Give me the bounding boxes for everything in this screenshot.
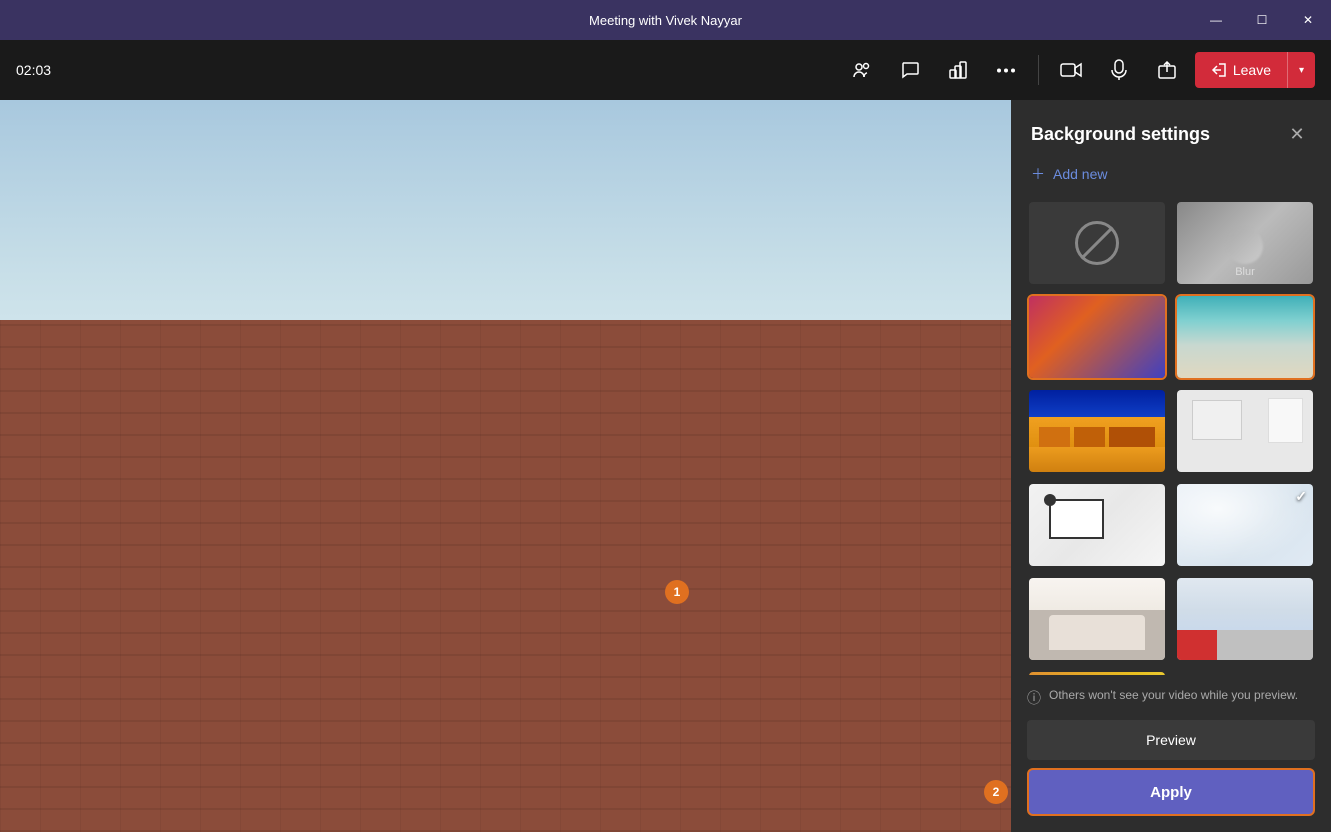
- title-bar: Meeting with Vivek Nayyar — ☐ ✕: [0, 0, 1331, 40]
- share-tray-button[interactable]: [938, 50, 978, 90]
- participants-button[interactable]: [842, 50, 882, 90]
- colorful1-thumbnail: [1029, 296, 1165, 378]
- minimize-button[interactable]: —: [1193, 0, 1239, 40]
- bg-office3-thumb[interactable]: [1175, 576, 1315, 662]
- bg-office1-thumb[interactable]: [1175, 294, 1315, 380]
- no-background-icon: [1075, 221, 1119, 265]
- add-new-row[interactable]: ＋ Add new: [1011, 164, 1331, 200]
- building-wall: [0, 320, 1011, 832]
- panel-header: Background settings ✕: [1011, 100, 1331, 164]
- city-thumbnail: [1029, 390, 1165, 472]
- none-thumbnail: [1029, 202, 1165, 284]
- add-new-label: Add new: [1053, 166, 1107, 182]
- toolbar-right: Leave ▾: [842, 50, 1315, 90]
- bg-row-5: [1027, 576, 1315, 662]
- office3-thumbnail: [1177, 578, 1313, 660]
- share-button[interactable]: [1147, 50, 1187, 90]
- white1-thumbnail: [1029, 484, 1165, 566]
- blur-thumbnail: Blur: [1177, 202, 1313, 284]
- blur-label: Blur: [1235, 266, 1255, 278]
- panel-footer: ⓘ Others won't see your video while you …: [1011, 675, 1331, 832]
- bg-row-3: [1027, 388, 1315, 474]
- more-button[interactable]: [986, 50, 1026, 90]
- bg-office2-thumb[interactable]: [1175, 388, 1315, 474]
- info-icon: ⓘ: [1027, 688, 1041, 708]
- background-settings-panel: Background settings ✕ ＋ Add new Blur: [1011, 100, 1331, 832]
- meeting-timer: 02:03: [16, 62, 51, 78]
- info-row: ⓘ Others won't see your video while you …: [1027, 687, 1315, 708]
- bedroom-thumbnail: [1029, 578, 1165, 660]
- bg-bedroom-thumb[interactable]: [1027, 576, 1167, 662]
- bg-city-thumb[interactable]: [1027, 388, 1167, 474]
- gradient1-thumbnail: [1029, 672, 1165, 675]
- bg-row-1: Blur: [1027, 200, 1315, 286]
- chat-button[interactable]: [890, 50, 930, 90]
- white2-thumbnail: [1177, 484, 1313, 566]
- leave-label: Leave: [1233, 62, 1271, 78]
- video-background: [0, 100, 1011, 832]
- close-button[interactable]: ✕: [1285, 0, 1331, 40]
- backgrounds-grid: Blur: [1011, 200, 1331, 675]
- video-area: 1: [0, 100, 1011, 832]
- main-area: 1 Background settings ✕ ＋ Add new: [0, 100, 1331, 832]
- panel-title: Background settings: [1031, 124, 1210, 145]
- meeting-toolbar: 02:03: [0, 40, 1331, 100]
- leave-button-group: Leave ▾: [1195, 52, 1315, 88]
- toolbar-separator: [1038, 55, 1039, 85]
- apply-label: Apply: [1150, 784, 1192, 801]
- apply-button[interactable]: Apply: [1027, 768, 1315, 816]
- bg-row-4: [1027, 482, 1315, 568]
- camera-button[interactable]: [1051, 50, 1091, 90]
- office2-thumbnail: [1177, 390, 1313, 472]
- add-icon: ＋: [1031, 164, 1045, 184]
- bg-gradient1-thumb[interactable]: [1027, 670, 1167, 675]
- window-controls: — ☐ ✕: [1193, 0, 1331, 40]
- preview-label: Preview: [1146, 732, 1196, 748]
- bg-colorful1-thumb[interactable]: [1027, 294, 1167, 380]
- bg-white1-thumb[interactable]: [1027, 482, 1167, 568]
- bg-white2-thumb[interactable]: [1175, 482, 1315, 568]
- preview-button[interactable]: Preview: [1027, 720, 1315, 760]
- mic-button[interactable]: [1099, 50, 1139, 90]
- maximize-button[interactable]: ☐: [1239, 0, 1285, 40]
- step-2-badge: 2: [984, 780, 1008, 804]
- office1-thumbnail: [1177, 296, 1313, 378]
- blur-avatar: [1227, 228, 1263, 264]
- bg-none-thumb[interactable]: [1027, 200, 1167, 286]
- leave-button[interactable]: Leave: [1195, 52, 1287, 88]
- bg-blur-thumb[interactable]: Blur: [1175, 200, 1315, 286]
- leave-chevron-button[interactable]: ▾: [1287, 52, 1315, 88]
- window-title: Meeting with Vivek Nayyar: [589, 13, 742, 28]
- step-1-badge: 1: [665, 580, 689, 604]
- info-text: Others won't see your video while you pr…: [1049, 687, 1298, 704]
- close-panel-button[interactable]: ✕: [1283, 120, 1311, 148]
- bg-row-2: [1027, 294, 1315, 380]
